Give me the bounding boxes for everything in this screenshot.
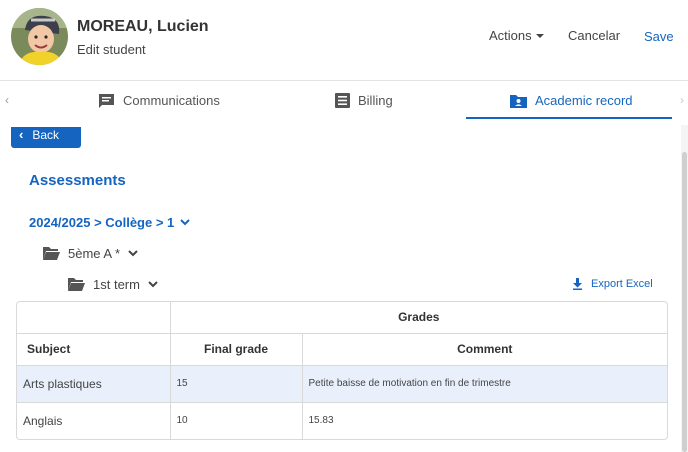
subject-cell: Anglais xyxy=(17,402,171,439)
list-icon xyxy=(335,93,350,108)
chevron-down-icon xyxy=(148,281,158,288)
scrollbar-thumb[interactable] xyxy=(682,152,687,452)
caret-down-icon xyxy=(535,34,544,38)
tab-billing-label: Billing xyxy=(358,93,393,108)
chevron-left-icon: ‹ xyxy=(19,127,24,142)
column-header-final-grade: Final grade xyxy=(170,333,303,366)
export-excel-label: Export Excel xyxy=(591,278,653,290)
table-header-row: Subject Final grade Comment xyxy=(17,333,667,366)
chevron-down-icon xyxy=(180,219,190,226)
tab-communications[interactable]: Communications xyxy=(98,82,220,119)
page-subtitle: Edit student xyxy=(77,42,146,57)
column-header-subject: Subject xyxy=(17,333,171,366)
back-label: Back xyxy=(32,127,60,142)
final-grade-cell: 10 xyxy=(170,402,303,439)
table-row[interactable]: Arts plastiques 15 Petite baisse de moti… xyxy=(17,365,667,403)
comment-cell: 15.83 xyxy=(308,415,334,427)
tab-billing[interactable]: Billing xyxy=(335,82,393,119)
chevron-down-icon xyxy=(128,250,138,257)
class-folder-selector[interactable]: 5ème A * xyxy=(43,246,138,261)
final-grade-cell: 15 xyxy=(170,365,303,403)
student-name: MOREAU, Lucien xyxy=(77,18,209,35)
export-excel-button[interactable]: Export Excel xyxy=(572,278,653,290)
folder-user-icon xyxy=(510,94,527,108)
page-title: Assessments xyxy=(29,172,126,189)
table-row[interactable]: Anglais 10 15.83 xyxy=(17,402,667,439)
actions-label: Actions xyxy=(489,28,532,43)
breadcrumb-label: 2024/2025 > Collège > 1 xyxy=(29,215,175,230)
tab-bar: ‹ Communications Billing Academic record… xyxy=(0,82,688,120)
download-icon xyxy=(573,278,582,290)
column-header-comment: Comment xyxy=(302,333,667,366)
subject-cell: Arts plastiques xyxy=(17,365,171,403)
term-folder-selector[interactable]: 1st term xyxy=(68,277,158,292)
save-button[interactable]: Save xyxy=(644,29,674,44)
cancel-button[interactable]: Cancelar xyxy=(568,28,620,43)
breadcrumb[interactable]: 2024/2025 > Collège > 1 xyxy=(29,215,190,230)
tab-academic-record[interactable]: Academic record xyxy=(510,82,633,119)
actions-menu-button[interactable]: Actions xyxy=(489,28,544,43)
avatar xyxy=(11,8,68,65)
table-group-header-row: Grades xyxy=(17,302,667,334)
active-tab-indicator xyxy=(466,117,672,119)
back-button[interactable]: ‹ Back xyxy=(11,127,81,148)
class-folder-label: 5ème A * xyxy=(68,246,121,261)
chevron-left-icon[interactable]: ‹ xyxy=(5,93,9,107)
tab-communications-label: Communications xyxy=(123,93,220,108)
chevron-right-icon[interactable]: › xyxy=(680,93,684,107)
message-icon xyxy=(99,93,114,108)
grades-group-header: Grades xyxy=(170,302,667,334)
empty-header-cell xyxy=(17,302,171,334)
folder-open-icon xyxy=(68,278,85,291)
grades-table: Grades Subject Final grade Comment Arts … xyxy=(16,301,668,440)
tab-academic-record-label: Academic record xyxy=(535,93,633,108)
term-folder-label: 1st term xyxy=(93,277,140,292)
folder-open-icon xyxy=(43,247,60,260)
comment-cell: Petite baisse de motivation en fin de tr… xyxy=(302,365,667,403)
student-header: MOREAU, Lucien Edit student Actions Canc… xyxy=(0,0,688,81)
